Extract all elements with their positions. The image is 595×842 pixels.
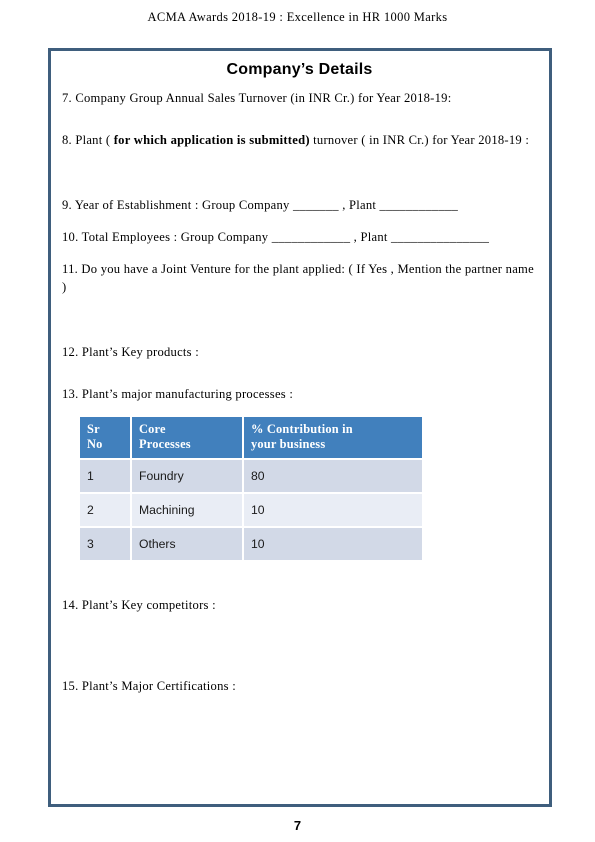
- cell-contribution: 10: [244, 494, 422, 527]
- page-number: 7: [293, 818, 302, 833]
- question-8-text-bold: for which application is submitted): [113, 133, 310, 148]
- question-14: 14. Plant’s Key competitors :: [62, 596, 537, 614]
- document-page: ACMA Awards 2018-19 : Excellence in HR 1…: [0, 0, 595, 842]
- cell-contribution: 10: [244, 528, 422, 561]
- column-header-pct-line2: your business: [251, 437, 326, 452]
- column-header-core-line2: Processes: [139, 437, 191, 452]
- column-header-sr-no: Sr No: [80, 417, 130, 459]
- table-row: 1 Foundry 80: [80, 460, 422, 493]
- manufacturing-processes-table: Sr No Core Processes % Contribution in y…: [78, 415, 424, 562]
- running-header: ACMA Awards 2018-19 : Excellence in HR 1…: [147, 10, 448, 24]
- question-13-text: 13. Plant’s major manufacturing processe…: [62, 386, 294, 401]
- cell-sr-no: 1: [80, 460, 130, 493]
- question-15-text: 15. Plant’s Major Certifications :: [62, 678, 236, 693]
- cell-sr-no: 3: [80, 528, 130, 561]
- cell-sr-no: 2: [80, 494, 130, 527]
- question-11-text: 11. Do you have a Joint Venture for the …: [62, 262, 534, 295]
- question-14-text: 14. Plant’s Key competitors :: [62, 598, 216, 613]
- cell-process: Foundry: [132, 460, 242, 493]
- column-header-sr-no-line1: Sr: [87, 422, 100, 436]
- question-11: 11. Do you have a Joint Venture for the …: [62, 260, 537, 297]
- table-row: 2 Machining 10: [80, 494, 422, 527]
- question-10: 10. Total Employees : Group Company ____…: [62, 228, 537, 246]
- question-7-text: 7. Company Group Annual Sales Turnover (…: [62, 91, 452, 105]
- cell-contribution: 80: [244, 460, 422, 493]
- question-8: 8. Plant ( for which application is subm…: [62, 131, 537, 149]
- question-10-text: 10. Total Employees : Group Company ____…: [62, 229, 490, 244]
- cell-process: Machining: [132, 494, 242, 527]
- question-8-text-part2: turnover ( in INR Cr.) for Year 2018-19 …: [309, 133, 530, 148]
- question-12-text: 12. Plant’s Key products :: [62, 344, 199, 359]
- question-12: 12. Plant’s Key products :: [62, 343, 537, 361]
- form-content: Company’s Details 7. Company Group Annua…: [51, 51, 549, 695]
- column-header-contribution: % Contribution in your business: [244, 417, 422, 459]
- question-9-text: 9. Year of Establishment : Group Company…: [62, 197, 459, 212]
- question-15: 15. Plant’s Major Certifications :: [62, 677, 537, 695]
- column-header-core-processes: Core Processes: [132, 417, 242, 459]
- column-header-core-line1: Core: [139, 422, 166, 436]
- cell-process: Others: [132, 528, 242, 561]
- column-header-sr-no-line2: No: [87, 437, 103, 452]
- question-13: 13. Plant’s major manufacturing processe…: [62, 385, 537, 403]
- question-8-text-part1: 8. Plant (: [62, 133, 114, 148]
- page-title: Company’s Details: [226, 61, 373, 78]
- question-7: 7. Company Group Annual Sales Turnover (…: [62, 89, 537, 107]
- question-9: 9. Year of Establishment : Group Company…: [62, 196, 537, 214]
- table-header-row: Sr No Core Processes % Contribution in y…: [80, 417, 422, 459]
- table-row: 3 Others 10: [80, 528, 422, 561]
- column-header-pct-line1: % Contribution in: [251, 422, 353, 436]
- company-details-form-box: Company’s Details 7. Company Group Annua…: [48, 48, 552, 807]
